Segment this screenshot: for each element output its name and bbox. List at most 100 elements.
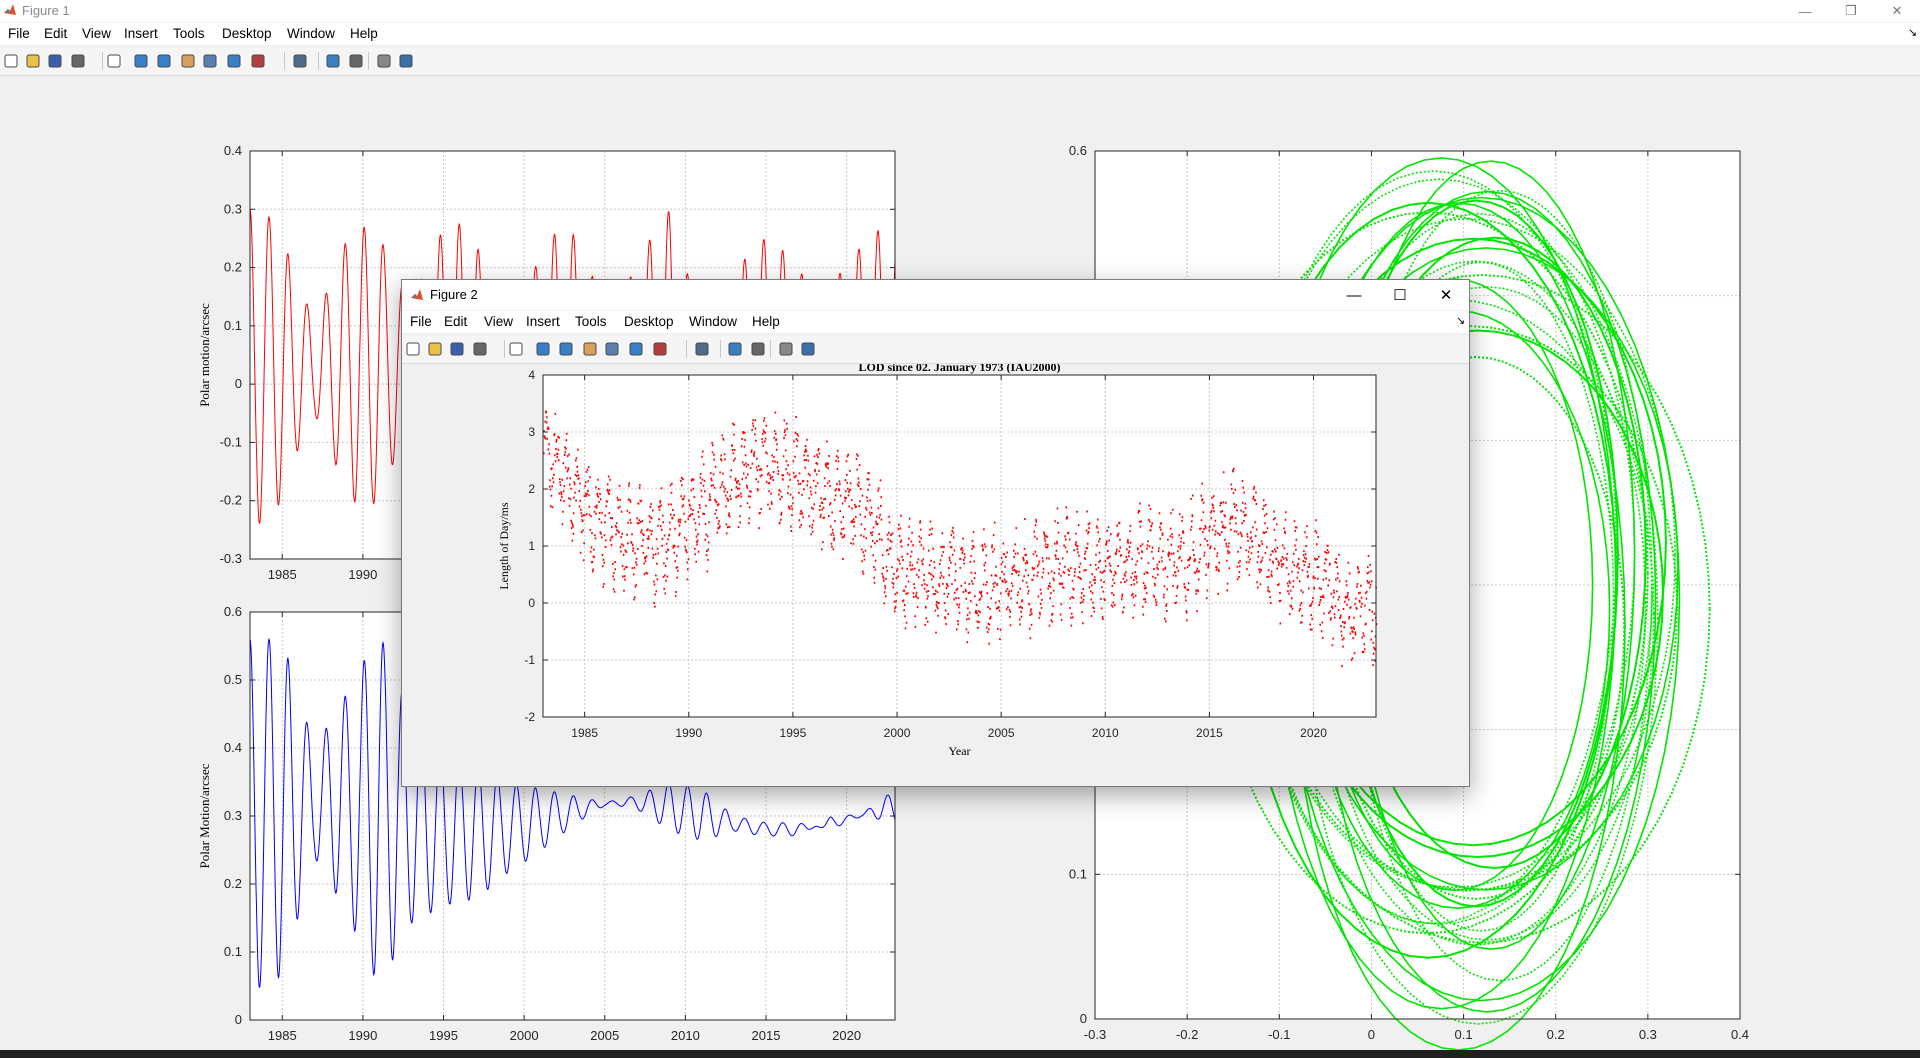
hide-plot-tools-icon[interactable] [778, 341, 794, 357]
menu-desktop[interactable]: Desktop [624, 314, 674, 329]
print-icon[interactable] [472, 341, 488, 357]
toolbar-separator [102, 52, 103, 70]
y-tick-label: 4 [528, 368, 535, 382]
menu-view[interactable]: View [484, 314, 513, 329]
x-tick-label: 1990 [675, 726, 702, 740]
menu-desktop[interactable]: Desktop [222, 26, 272, 41]
minimize-button[interactable]: — [1331, 280, 1377, 310]
y-tick-label: 0 [235, 376, 242, 391]
show-plot-tools-icon[interactable] [398, 53, 414, 69]
x-tick-label: -0.1 [1268, 1027, 1290, 1042]
menu-file[interactable]: File [8, 26, 30, 41]
x-tick-label: 2000 [884, 726, 911, 740]
y-tick-label: 3 [528, 425, 535, 439]
x-tick-label: 0.3 [1639, 1027, 1657, 1042]
pan-hand-icon[interactable] [180, 53, 196, 69]
restore-button[interactable]: ❐ [1828, 0, 1874, 22]
figure1-titlebar: Figure 1 — ❐ ✕ [0, 0, 1920, 22]
minimize-button[interactable]: — [1782, 0, 1828, 22]
y-tick-label: 0.1 [224, 318, 242, 333]
y-axis-label: Polar Motion/arcsec [197, 763, 212, 868]
y-tick-label: -1 [524, 653, 535, 667]
axes-lod[interactable]: 4 3 2 1 0 -1 -2 1985 1990 1995 2000 2005 2010 2015 202… [497, 364, 1378, 758]
x-axis-label: Year [948, 744, 970, 758]
menu-insert[interactable]: Insert [526, 314, 560, 329]
figure1-toolbar [0, 47, 1920, 76]
pan-hand-icon[interactable] [582, 341, 598, 357]
menu-insert[interactable]: Insert [124, 26, 158, 41]
figure2-menubar: File Edit View Insert Tools Desktop Wind… [402, 311, 1469, 333]
close-button[interactable]: ✕ [1874, 0, 1920, 22]
matlab-logo-icon [4, 4, 16, 15]
menu-view[interactable]: View [82, 26, 111, 41]
chart-title: LOD since 02. January 1973 (IAU2000) [858, 364, 1060, 374]
zoom-in-icon[interactable] [535, 341, 551, 357]
taskbar [0, 1050, 1920, 1058]
x-tick-label: 0.2 [1547, 1027, 1565, 1042]
save-icon[interactable] [47, 53, 63, 69]
y-tick-label: 0.1 [1069, 866, 1087, 881]
colorbar-icon[interactable] [727, 341, 743, 357]
rotate-3d-icon[interactable] [202, 53, 218, 69]
y-tick-label: 0.4 [224, 143, 242, 158]
x-tick-label: -0.3 [1084, 1027, 1106, 1042]
zoom-out-icon[interactable] [156, 53, 172, 69]
show-plot-tools-icon[interactable] [800, 341, 816, 357]
x-tick-label: 1990 [348, 567, 377, 582]
x-tick-label: 2020 [1300, 726, 1327, 740]
maximize-button[interactable]: ☐ [1377, 280, 1423, 310]
new-figure-icon[interactable] [3, 53, 19, 69]
menu-help[interactable]: Help [752, 314, 780, 329]
link-plot-icon[interactable] [694, 341, 710, 357]
figure2-window[interactable]: Figure 2 — ☐ ✕ File Edit View Insert Too… [401, 279, 1470, 787]
link-plot-icon[interactable] [292, 53, 308, 69]
x-tick-label: 2010 [671, 1028, 700, 1043]
y-tick-label: 0.2 [224, 260, 242, 275]
brush-icon[interactable] [250, 53, 266, 69]
zoom-out-icon[interactable] [558, 341, 574, 357]
y-tick-label: 2 [528, 482, 535, 496]
open-file-icon[interactable] [427, 341, 443, 357]
y-tick-label: 0.6 [224, 604, 242, 619]
dock-arrow-icon[interactable]: ↘ [1908, 26, 1917, 39]
x-tick-label: 1985 [571, 726, 598, 740]
colorbar-icon[interactable] [325, 53, 341, 69]
data-cursor-icon[interactable] [628, 341, 644, 357]
data-cursor-icon[interactable] [226, 53, 242, 69]
menu-edit[interactable]: Edit [444, 314, 467, 329]
zoom-in-icon[interactable] [133, 53, 149, 69]
select-arrow-icon[interactable] [508, 341, 524, 357]
new-figure-icon[interactable] [405, 341, 421, 357]
y-tick-label: -2 [524, 710, 535, 724]
toolbar-separator [368, 52, 369, 70]
toolbar-separator [770, 340, 771, 358]
legend-icon[interactable] [348, 53, 364, 69]
y-tick-label: 0.3 [224, 808, 242, 823]
menu-edit[interactable]: Edit [44, 26, 67, 41]
rotate-3d-icon[interactable] [604, 341, 620, 357]
legend-icon[interactable] [750, 341, 766, 357]
close-button[interactable]: ✕ [1423, 280, 1469, 310]
toolbar-separator [686, 340, 687, 358]
figure2-canvas: 4 3 2 1 0 -1 -2 1985 1990 1995 2000 2005 2010 2015 202… [497, 364, 1378, 758]
matlab-logo-icon [411, 289, 423, 300]
save-icon[interactable] [449, 341, 465, 357]
y-tick-label: 0.4 [224, 740, 242, 755]
open-file-icon[interactable] [25, 53, 41, 69]
brush-icon[interactable] [652, 341, 668, 357]
y-tick-label: 0 [235, 1012, 242, 1027]
menu-tools[interactable]: Tools [575, 314, 607, 329]
print-icon[interactable] [70, 53, 86, 69]
dock-arrow-icon[interactable]: ↘ [1456, 314, 1465, 327]
y-axis-label: Length of Day/ms [497, 502, 511, 590]
figure2-titlebar[interactable]: Figure 2 — ☐ ✕ [402, 280, 1469, 310]
menu-tools[interactable]: Tools [173, 26, 205, 41]
menu-file[interactable]: File [410, 314, 432, 329]
y-tick-label: -0.1 [220, 434, 242, 449]
hide-plot-tools-icon[interactable] [376, 53, 392, 69]
menu-window[interactable]: Window [689, 314, 737, 329]
select-arrow-icon[interactable] [106, 53, 122, 69]
menu-window[interactable]: Window [287, 26, 335, 41]
menu-help[interactable]: Help [350, 26, 378, 41]
x-tick-label: 1985 [268, 567, 297, 582]
